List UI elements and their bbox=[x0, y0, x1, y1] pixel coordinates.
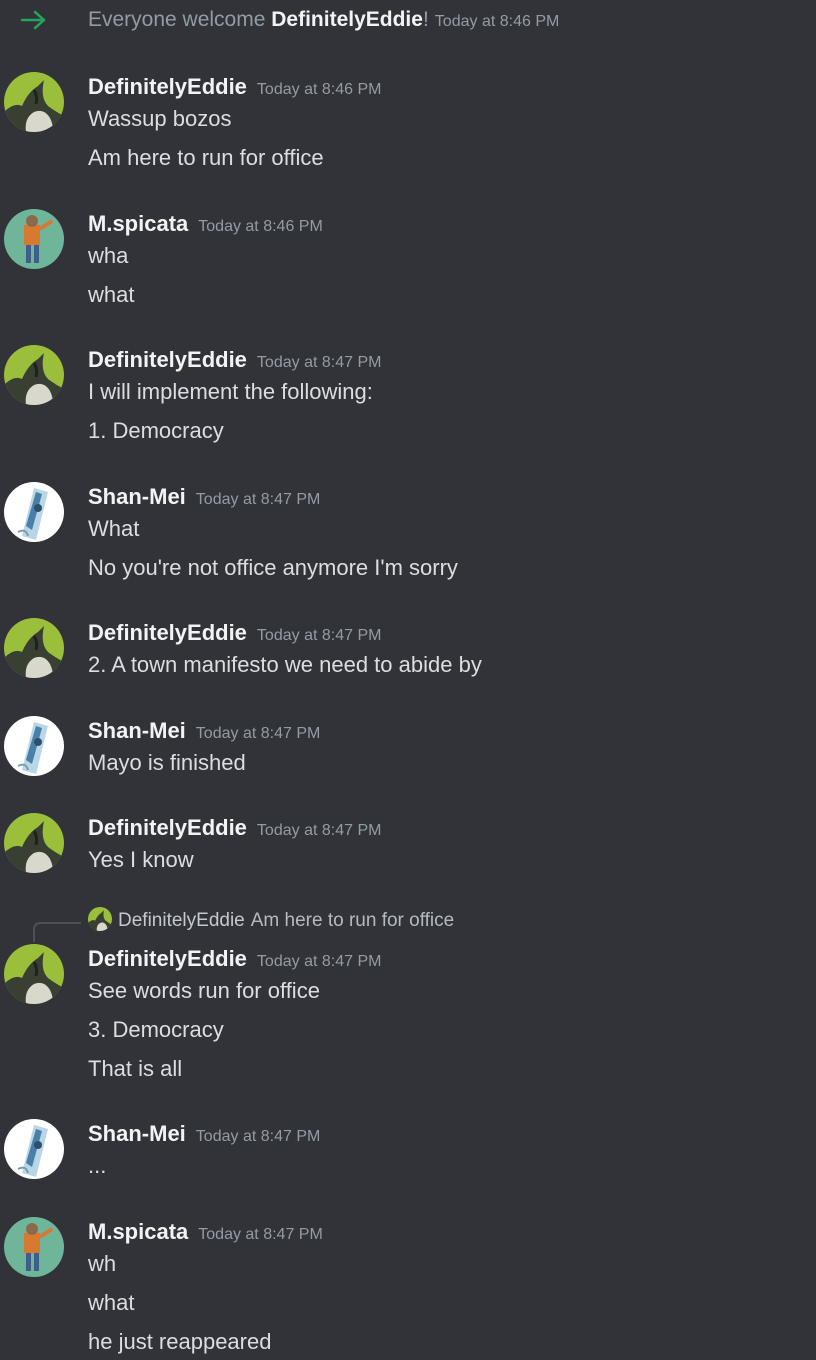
message-text: wh bbox=[88, 1251, 117, 1276]
message-text: 1. Democracy bbox=[88, 418, 224, 443]
timestamp[interactable]: Today at 8:47 PM bbox=[196, 491, 321, 508]
spicata-avatar[interactable] bbox=[4, 1217, 64, 1277]
eddie-avatar[interactable] bbox=[4, 944, 64, 1004]
username[interactable]: DefinitelyEddie bbox=[88, 946, 247, 971]
message-header: DefinitelyEddie Today at 8:46 PM bbox=[88, 72, 381, 102]
reply-avatar[interactable] bbox=[88, 906, 112, 931]
system-timestamp[interactable]: Today at 8:46 PM bbox=[435, 13, 560, 30]
message-text: wha bbox=[88, 243, 129, 268]
eddie-avatar[interactable] bbox=[4, 345, 64, 405]
eddie-avatar[interactable] bbox=[4, 72, 64, 132]
timestamp[interactable]: Today at 8:47 PM bbox=[196, 1128, 321, 1145]
eddie-avatar[interactable] bbox=[4, 618, 64, 678]
username[interactable]: DefinitelyEddie bbox=[88, 74, 247, 99]
message-text: ... bbox=[88, 1153, 107, 1178]
message-text: 2. A town manifesto we need to abide by bbox=[88, 652, 482, 677]
message-header: Shan-Mei Today at 8:47 PM bbox=[88, 482, 320, 512]
message-text: Mayo is finished bbox=[88, 750, 246, 775]
message-header: M.spicata Today at 8:47 PM bbox=[88, 1217, 323, 1247]
shanmei-avatar[interactable] bbox=[4, 716, 64, 776]
reply-reference[interactable]: DefinitelyEddie Am here to run for office bbox=[88, 906, 454, 935]
timestamp[interactable]: Today at 8:47 PM bbox=[257, 822, 382, 839]
system-username[interactable]: DefinitelyEddie bbox=[271, 8, 423, 31]
system-prefix: Everyone welcome bbox=[88, 8, 272, 31]
timestamp[interactable]: Today at 8:46 PM bbox=[198, 218, 323, 235]
message-text: Yes I know bbox=[88, 847, 194, 872]
username[interactable]: M.spicata bbox=[88, 211, 188, 236]
message-header: DefinitelyEddie Today at 8:47 PM bbox=[88, 618, 381, 648]
message-header: Shan-Mei Today at 8:47 PM bbox=[88, 1119, 320, 1149]
system-suffix: ! bbox=[422, 8, 429, 31]
message-text: That is all bbox=[88, 1056, 183, 1081]
message-text: Wassup bozos bbox=[88, 106, 232, 131]
reply-text[interactable]: Am here to run for office bbox=[251, 910, 454, 931]
username[interactable]: DefinitelyEddie bbox=[88, 347, 247, 372]
username[interactable]: Shan-Mei bbox=[88, 1121, 186, 1146]
timestamp[interactable]: Today at 8:47 PM bbox=[257, 953, 382, 970]
username[interactable]: DefinitelyEddie bbox=[88, 620, 247, 645]
join-arrow-icon bbox=[20, 10, 46, 30]
spicata-avatar[interactable] bbox=[4, 209, 64, 269]
system-join-message: Everyone welcome DefinitelyEddie! Today a… bbox=[0, 0, 816, 40]
shanmei-avatar[interactable] bbox=[4, 1119, 64, 1179]
message-text: he just reappeared bbox=[88, 1329, 272, 1354]
message-header: DefinitelyEddie Today at 8:47 PM bbox=[88, 345, 381, 375]
username[interactable]: DefinitelyEddie bbox=[88, 815, 247, 840]
username[interactable]: Shan-Mei bbox=[88, 484, 186, 509]
timestamp[interactable]: Today at 8:47 PM bbox=[257, 354, 382, 371]
message-text: what bbox=[88, 282, 135, 307]
message-text: What bbox=[88, 516, 140, 541]
message-header: DefinitelyEddie Today at 8:47 PM bbox=[88, 813, 381, 843]
system-message-text: Everyone welcome DefinitelyEddie! Today a… bbox=[88, 6, 559, 36]
reply-spine bbox=[33, 922, 81, 942]
message-text: what bbox=[88, 1290, 135, 1315]
username[interactable]: M.spicata bbox=[88, 1219, 188, 1244]
timestamp[interactable]: Today at 8:47 PM bbox=[198, 1226, 323, 1243]
timestamp[interactable]: Today at 8:46 PM bbox=[257, 81, 382, 98]
username[interactable]: Shan-Mei bbox=[88, 718, 186, 743]
shanmei-avatar[interactable] bbox=[4, 482, 64, 542]
eddie-avatar[interactable] bbox=[4, 813, 64, 873]
timestamp[interactable]: Today at 8:47 PM bbox=[257, 627, 382, 644]
message-header: DefinitelyEddie Today at 8:47 PM bbox=[88, 944, 381, 974]
message-text: 3. Democracy bbox=[88, 1017, 224, 1042]
reply-username[interactable]: DefinitelyEddie bbox=[118, 910, 245, 931]
message-text: See words run for office bbox=[88, 978, 320, 1003]
timestamp[interactable]: Today at 8:47 PM bbox=[196, 725, 321, 742]
message-header: Shan-Mei Today at 8:47 PM bbox=[88, 716, 320, 746]
message-text: No you're not office anymore I'm sorry bbox=[88, 555, 458, 580]
message-header: M.spicata Today at 8:46 PM bbox=[88, 209, 323, 239]
message-text: Am here to run for office bbox=[88, 145, 324, 170]
message-text: I will implement the following: bbox=[88, 379, 373, 404]
